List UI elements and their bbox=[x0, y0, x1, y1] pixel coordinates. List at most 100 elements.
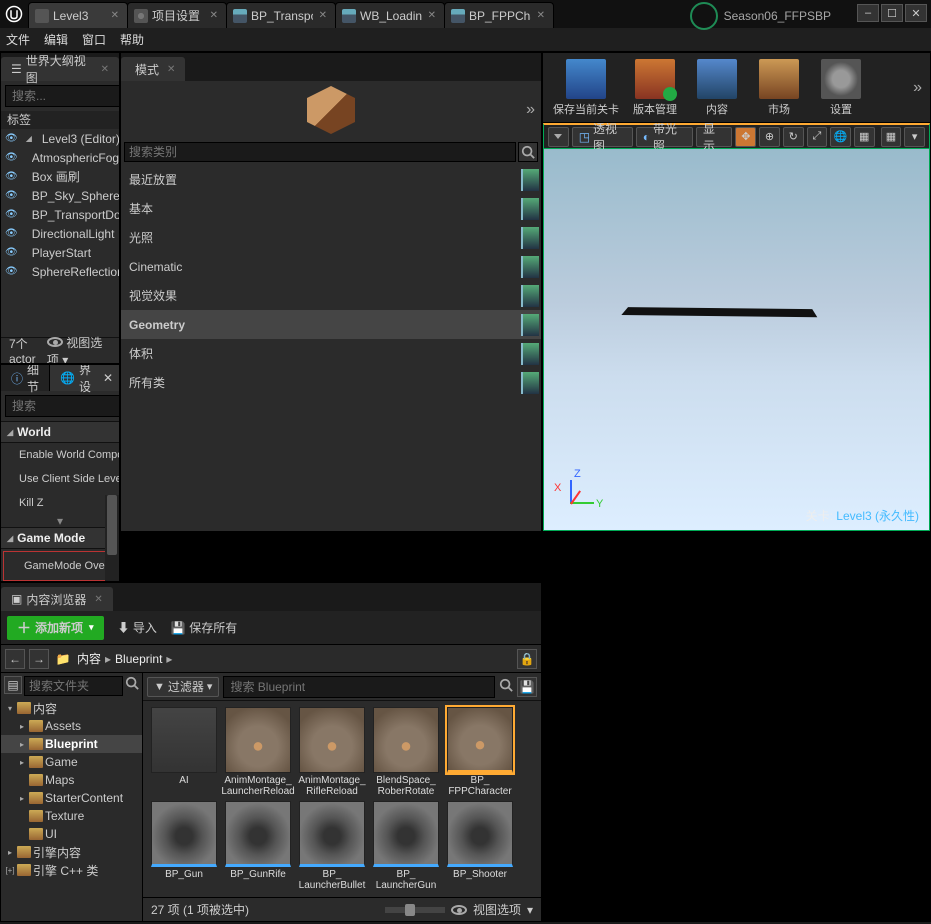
close-icon[interactable]: ✕ bbox=[428, 10, 436, 21]
show-button[interactable]: 显示 bbox=[696, 127, 732, 147]
tree-row[interactable]: [+]引擎 C++ 类 bbox=[1, 861, 142, 879]
tree-arrow-icon[interactable]: ▸ bbox=[5, 848, 15, 857]
close-icon[interactable]: ✕ bbox=[537, 10, 545, 21]
surface-snap-button[interactable]: ▦ bbox=[854, 127, 875, 147]
asset-item[interactable]: BP_Gun bbox=[149, 801, 219, 891]
modes-tab[interactable]: 模式 ✕ bbox=[121, 57, 185, 81]
save-search-button[interactable]: 💾 bbox=[517, 677, 537, 697]
close-icon[interactable]: ✕ bbox=[94, 594, 102, 605]
asset-item[interactable]: BP_FPPCharacter bbox=[445, 707, 515, 797]
lock-button[interactable]: 🔒 bbox=[517, 649, 537, 669]
visibility-eye-icon[interactable]: 👁 bbox=[5, 228, 18, 239]
details-tab[interactable]: ⓘ细节 bbox=[1, 365, 50, 391]
close-icon[interactable]: ✕ bbox=[210, 10, 218, 21]
visibility-eye-icon[interactable]: 👁 bbox=[5, 133, 18, 144]
snap-grid-button[interactable]: ▦ bbox=[881, 127, 902, 147]
close-icon[interactable]: ✕ bbox=[103, 371, 113, 385]
toolbar-bag-button[interactable]: 市场 bbox=[751, 57, 807, 119]
sources-search-input[interactable] bbox=[24, 676, 123, 696]
menu-item[interactable]: 编辑 bbox=[44, 31, 68, 48]
view-options-button[interactable]: 视图选项 ▾ bbox=[385, 901, 533, 918]
outliner-row[interactable]: 👁SphereReflectionCaptureSphereReflection… bbox=[1, 262, 119, 281]
toolbar-save-button[interactable]: 保存当前关卡 bbox=[551, 57, 621, 119]
outliner-row[interactable]: 👁Box 画刷Brush bbox=[1, 167, 119, 186]
visibility-eye-icon[interactable]: 👁 bbox=[5, 209, 18, 220]
close-icon[interactable]: ✕ bbox=[319, 10, 327, 21]
toolbar-cubes-button[interactable]: 内容 bbox=[689, 57, 745, 119]
tree-arrow-icon[interactable]: ▾ bbox=[5, 704, 15, 713]
tree-row[interactable]: ▸Blueprint bbox=[1, 735, 142, 753]
category-header[interactable]: Game Mode bbox=[1, 527, 119, 549]
folder-icon[interactable]: 📁 bbox=[53, 649, 73, 669]
viewport-menu-button[interactable] bbox=[548, 127, 569, 147]
visibility-eye-icon[interactable]: 👁 bbox=[5, 190, 18, 201]
visibility-eye-icon[interactable]: 👁 bbox=[5, 171, 18, 182]
crumb-blueprint[interactable]: Blueprint bbox=[115, 652, 162, 666]
menu-item[interactable]: 帮助 bbox=[120, 31, 144, 48]
mode-category[interactable]: 体积 bbox=[121, 339, 541, 368]
viewport-canvas[interactable]: Z Y X 关卡: Level3 (永久性) bbox=[543, 149, 930, 531]
outliner-row[interactable]: 👁DirectionalLightDirectionalLight bbox=[1, 224, 119, 243]
mode-category[interactable]: Cinematic bbox=[121, 252, 541, 281]
forward-button[interactable]: → bbox=[29, 649, 49, 669]
tree-row[interactable]: ▸Assets bbox=[1, 717, 142, 735]
maximize-button[interactable]: ▾ bbox=[904, 127, 925, 147]
asset-item[interactable]: BP_Shooter bbox=[445, 801, 515, 891]
crumb-content[interactable]: 内容 bbox=[77, 650, 101, 667]
modes-search-input[interactable] bbox=[124, 142, 516, 162]
expand-chevron-icon[interactable]: » bbox=[526, 101, 535, 119]
menu-item[interactable]: 文件 bbox=[6, 31, 30, 48]
outliner-row[interactable]: 👁◢Level3 (Editor)世界 bbox=[1, 129, 119, 148]
details-search-input[interactable] bbox=[5, 395, 119, 417]
tree-row[interactable]: ▸引擎内容 bbox=[1, 843, 142, 861]
window-max-button[interactable]: ☐ bbox=[881, 4, 903, 22]
import-button[interactable]: ⬇ 导入 bbox=[118, 619, 157, 636]
search-icon[interactable] bbox=[125, 676, 139, 696]
transform-scale-button[interactable]: ⤢ bbox=[807, 127, 828, 147]
outliner-row[interactable]: 👁BP_TransportDoor编辑BP_TransportDoor bbox=[1, 205, 119, 224]
main-tab[interactable]: Level3✕ bbox=[28, 2, 128, 28]
mode-category[interactable]: 视觉效果 bbox=[121, 281, 541, 310]
outliner-row[interactable]: 👁AtmosphericFogAtmosphericFog bbox=[1, 148, 119, 167]
tree-row[interactable]: Maps bbox=[1, 771, 142, 789]
tree-arrow-icon[interactable]: ▸ bbox=[17, 722, 27, 731]
add-new-button[interactable]: ＋添加新项 bbox=[7, 616, 104, 640]
asset-item[interactable]: BP_GunRife bbox=[223, 801, 293, 891]
mode-category[interactable]: 所有类 bbox=[121, 368, 541, 397]
close-icon[interactable]: ✕ bbox=[167, 64, 175, 75]
visibility-eye-icon[interactable]: 👁 bbox=[5, 152, 18, 163]
tree-row[interactable]: ▾内容 bbox=[1, 699, 142, 717]
toolbar-orange-button[interactable]: 版本管理 bbox=[627, 57, 683, 119]
mode-category[interactable]: Geometry bbox=[121, 310, 541, 339]
main-tab[interactable]: BP_Transpo✕ bbox=[226, 2, 336, 28]
toolbar-expand-icon[interactable]: » bbox=[913, 79, 922, 97]
tree-arrow-icon[interactable]: ▸ bbox=[17, 794, 27, 803]
asset-item[interactable]: AI bbox=[149, 707, 219, 797]
world-local-button[interactable]: 🌐 bbox=[830, 127, 851, 147]
transform-select-button[interactable]: ✥ bbox=[735, 127, 756, 147]
save-all-button[interactable]: 💾 保存所有 bbox=[171, 619, 237, 636]
toolbar-gear-button[interactable]: 设置 bbox=[813, 57, 869, 119]
transform-rotate-button[interactable]: ↻ bbox=[783, 127, 804, 147]
search-icon[interactable] bbox=[518, 142, 538, 162]
tree-row[interactable]: Texture bbox=[1, 807, 142, 825]
world-settings-tab[interactable]: 🌐世界设置✕ bbox=[50, 365, 119, 391]
mode-category[interactable]: 基本 bbox=[121, 194, 541, 223]
content-browser-tab[interactable]: ▣ 内容浏览器 ✕ bbox=[1, 587, 113, 611]
back-button[interactable]: ← bbox=[5, 649, 25, 669]
asset-item[interactable]: AnimMontage_RifleReload bbox=[297, 707, 367, 797]
tree-arrow-icon[interactable]: [+] bbox=[5, 866, 15, 875]
lit-mode-button[interactable]: ◐带光照 bbox=[636, 127, 693, 147]
main-tab[interactable]: BP_FPPCha✕ bbox=[444, 2, 554, 28]
tree-row[interactable]: UI bbox=[1, 825, 142, 843]
scrollbar-thumb[interactable] bbox=[107, 495, 117, 555]
thumbnail-size-slider[interactable] bbox=[385, 907, 445, 913]
asset-item[interactable]: BP_LauncherGun bbox=[371, 801, 441, 891]
main-tab[interactable]: 项目设置✕ bbox=[127, 2, 227, 28]
perspective-button[interactable]: ◳透视图 bbox=[572, 127, 633, 147]
mode-category[interactable]: 光照 bbox=[121, 223, 541, 252]
transform-move-button[interactable]: ⊕ bbox=[759, 127, 780, 147]
window-close-button[interactable]: ✕ bbox=[905, 4, 927, 22]
visibility-eye-icon[interactable]: 👁 bbox=[5, 247, 18, 258]
scrollbar[interactable] bbox=[105, 495, 119, 581]
